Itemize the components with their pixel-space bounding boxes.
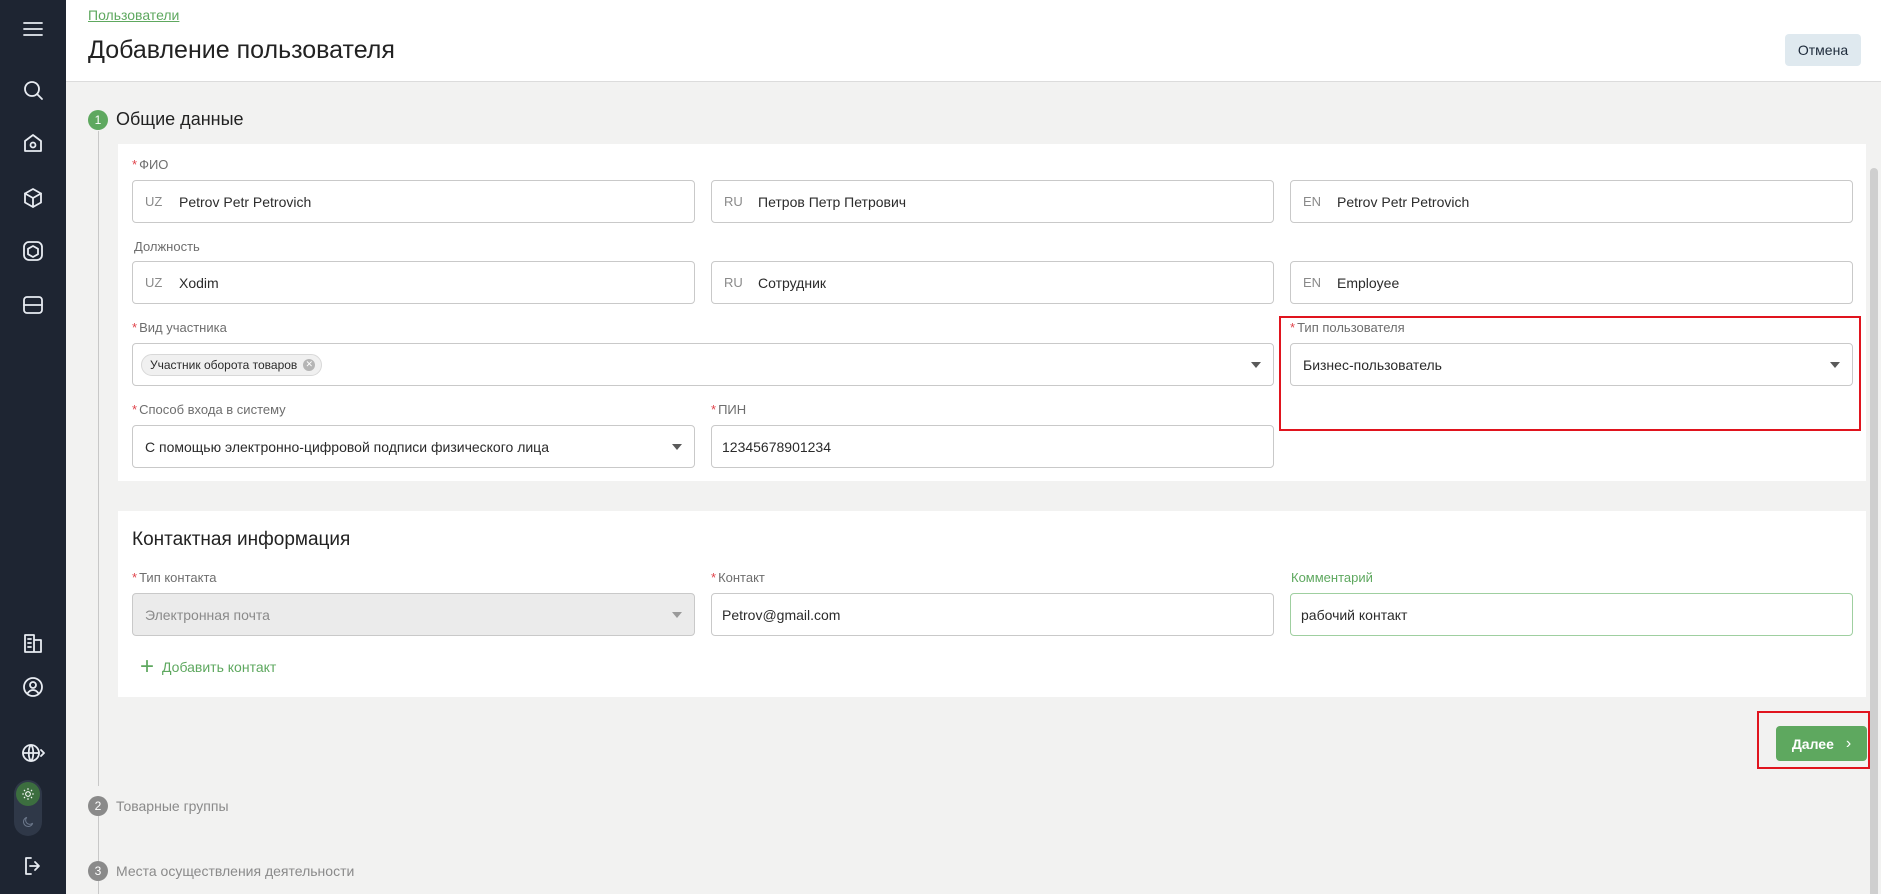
add-contact-button[interactable]: + Добавить контакт	[140, 655, 276, 679]
lang-prefix: UZ	[145, 194, 163, 209]
building-icon[interactable]	[12, 622, 54, 664]
login-method-select[interactable]: С помощью электронно-цифровой подписи фи…	[132, 425, 695, 468]
chevron-down-icon[interactable]	[672, 444, 682, 450]
add-contact-label: Добавить контакт	[162, 659, 277, 675]
search-icon[interactable]	[12, 69, 54, 111]
input-value: Employee	[1337, 274, 1400, 291]
pin-input[interactable]: 12345678901234	[711, 425, 1274, 468]
fio-label-text: ФИО	[139, 157, 169, 172]
pin-label: * ПИН	[711, 402, 746, 417]
scrollbar-thumb[interactable]	[1870, 168, 1878, 894]
position-ru-input[interactable]: RU Сотрудник	[711, 261, 1274, 304]
comment-input[interactable]: рабочий контакт	[1290, 593, 1853, 636]
contact-type-label-text: Тип контакта	[139, 570, 217, 585]
chevron-down-icon	[672, 612, 682, 618]
step-1-badge: 1	[88, 110, 108, 130]
logout-icon[interactable]	[12, 845, 54, 887]
step-connector	[98, 131, 99, 786]
chip-remove-icon[interactable]: ✕	[303, 358, 316, 371]
contact-info-title: Контактная информация	[132, 529, 351, 550]
page-title: Добавление пользователя	[88, 36, 395, 64]
login-method-label-text: Способ входа в систему	[139, 402, 286, 417]
input-value: 12345678901234	[722, 438, 832, 455]
contact-label: * Контакт	[711, 570, 765, 585]
globe-icon[interactable]	[12, 732, 54, 774]
select-value: Электронная почта	[145, 606, 270, 623]
box-icon[interactable]	[12, 177, 54, 219]
required-mark: *	[711, 402, 717, 417]
moon-icon[interactable]	[16, 810, 40, 834]
sun-icon[interactable]	[16, 782, 40, 806]
profile-icon[interactable]	[12, 666, 54, 708]
contact-label-text: Контакт	[718, 570, 765, 585]
fio-ru-input[interactable]: RU Петров Петр Петрович	[711, 180, 1274, 223]
step-connector	[98, 816, 99, 865]
position-en-input[interactable]: EN Employee	[1290, 261, 1853, 304]
position-uz-input[interactable]: UZ Xodim	[132, 261, 695, 304]
input-value: Petrov Petr Petrovich	[1337, 193, 1470, 210]
plus-icon: +	[140, 653, 155, 680]
step-3-title[interactable]: Места осуществления деятельности	[116, 863, 354, 879]
lang-prefix: RU	[724, 194, 743, 209]
next-button-highlight	[1757, 711, 1870, 769]
contact-type-select: Электронная почта	[132, 593, 695, 636]
step-2-badge: 2	[88, 796, 108, 816]
step-1-title[interactable]: Общие данные	[116, 109, 244, 130]
position-label: Должность	[134, 239, 200, 254]
comment-label: Комментарий	[1291, 570, 1373, 585]
sidebar	[0, 0, 66, 894]
menu-icon[interactable]	[12, 8, 54, 50]
step-connector	[98, 881, 99, 894]
input-value: Xodim	[179, 274, 219, 291]
step-2-title[interactable]: Товарные группы	[116, 798, 229, 814]
participant-type-label-text: Вид участника	[139, 320, 227, 335]
required-mark: *	[132, 402, 138, 417]
contact-input[interactable]: Petrov@gmail.com	[711, 593, 1274, 636]
select-value: С помощью электронно-цифровой подписи фи…	[145, 438, 549, 455]
lang-prefix: UZ	[145, 275, 163, 290]
required-mark: *	[132, 570, 138, 585]
contact-type-label: * Тип контакта	[132, 570, 217, 585]
login-method-label: * Способ входа в систему	[132, 402, 286, 417]
lang-prefix: EN	[1303, 194, 1322, 209]
home-icon[interactable]	[12, 122, 54, 164]
participant-type-label: * Вид участника	[132, 320, 227, 335]
page-header: Пользователи Добавление пользователя Отм…	[66, 0, 1881, 82]
fio-en-input[interactable]: EN Petrov Petr Petrovich	[1290, 180, 1853, 223]
fio-uz-input[interactable]: UZ Petrov Petr Petrovich	[132, 180, 695, 223]
package-icon[interactable]	[12, 230, 54, 272]
lang-prefix: RU	[724, 275, 743, 290]
step-3-badge: 3	[88, 861, 108, 881]
input-value: Petrov Petr Petrovich	[179, 193, 312, 210]
input-value: рабочий контакт	[1301, 606, 1408, 623]
participant-type-select[interactable]: Участник оборота товаров ✕	[132, 343, 1274, 386]
input-value: Сотрудник	[758, 274, 827, 291]
chevron-down-icon[interactable]	[1251, 362, 1261, 368]
cancel-button[interactable]: Отмена	[1785, 34, 1861, 66]
required-mark: *	[711, 570, 717, 585]
user-type-highlight	[1279, 316, 1861, 431]
required-mark: *	[132, 157, 138, 172]
lang-prefix: EN	[1303, 275, 1322, 290]
pin-label-text: ПИН	[718, 402, 747, 417]
scrollbar[interactable]	[1865, 82, 1881, 894]
chip-label: Участник оборота товаров	[150, 357, 298, 372]
required-mark: *	[132, 320, 138, 335]
theme-toggle[interactable]	[14, 780, 42, 836]
input-value: Petrov@gmail.com	[722, 606, 841, 623]
input-value: Петров Петр Петрович	[758, 193, 907, 210]
participant-chip: Участник оборота товаров ✕	[141, 353, 323, 376]
server-icon[interactable]	[12, 284, 54, 326]
breadcrumb-users[interactable]: Пользователи	[88, 7, 179, 23]
fio-label: * ФИО	[132, 157, 168, 172]
